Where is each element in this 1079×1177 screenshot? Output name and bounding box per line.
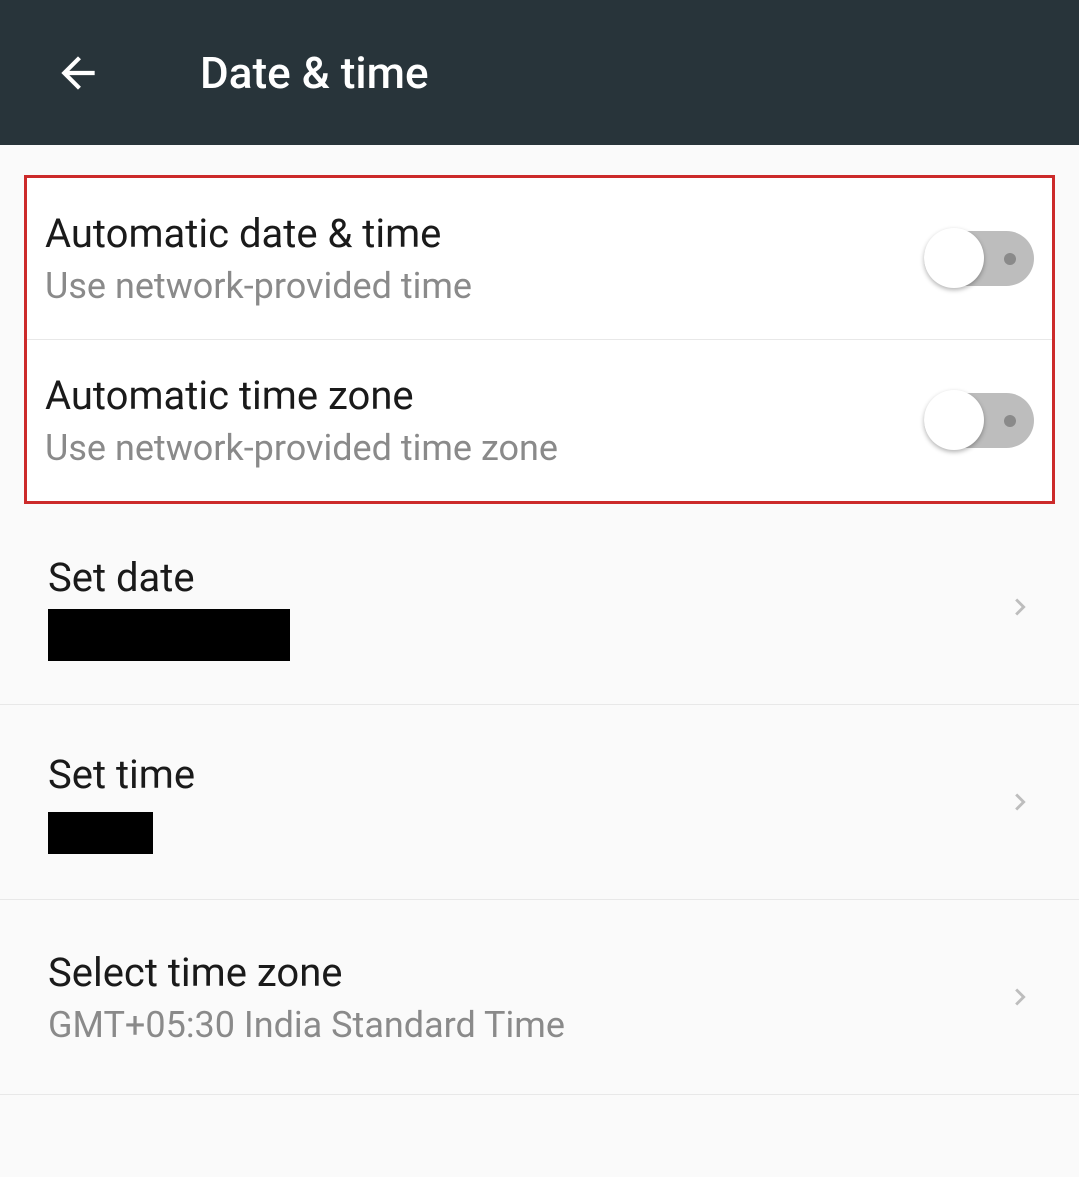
automatic-time-zone-row[interactable]: Automatic time zone Use network-provided… bbox=[27, 340, 1052, 501]
app-header: Date & time bbox=[0, 0, 1079, 145]
highlighted-settings-group: Automatic date & time Use network-provid… bbox=[24, 175, 1055, 504]
setting-text-block: Select time zone GMT+05:30 India Standar… bbox=[48, 949, 565, 1046]
chevron-right-icon bbox=[1003, 785, 1037, 819]
chevron-right-icon bbox=[1003, 590, 1037, 624]
redacted-date-value bbox=[48, 609, 290, 661]
setting-text-block: Automatic date & time Use network-provid… bbox=[45, 210, 472, 307]
setting-text-block: Set date bbox=[48, 554, 290, 661]
chevron-right-icon bbox=[1003, 980, 1037, 1014]
automatic-time-zone-toggle[interactable] bbox=[924, 393, 1034, 448]
toggle-knob bbox=[924, 228, 984, 288]
setting-text-block: Set time bbox=[48, 751, 195, 854]
select-time-zone-row[interactable]: Select time zone GMT+05:30 India Standar… bbox=[0, 900, 1079, 1095]
setting-title: Set time bbox=[48, 751, 195, 798]
automatic-date-time-row[interactable]: Automatic date & time Use network-provid… bbox=[27, 178, 1052, 340]
setting-subtitle: Use network-provided time zone bbox=[45, 427, 558, 469]
setting-text-block: Automatic time zone Use network-provided… bbox=[45, 372, 558, 469]
setting-title: Automatic date & time bbox=[45, 210, 472, 257]
settings-content: Automatic date & time Use network-provid… bbox=[0, 145, 1079, 1095]
setting-title: Automatic time zone bbox=[45, 372, 558, 419]
set-date-row[interactable]: Set date bbox=[0, 510, 1079, 705]
setting-title: Set date bbox=[48, 554, 290, 601]
setting-title: Select time zone bbox=[48, 949, 565, 996]
set-time-row[interactable]: Set time bbox=[0, 705, 1079, 900]
setting-subtitle: GMT+05:30 India Standard Time bbox=[48, 1004, 565, 1046]
back-arrow-icon[interactable] bbox=[50, 45, 105, 100]
plain-settings-group: Set date Set time Select time bbox=[0, 510, 1079, 1095]
toggle-off-dot-icon bbox=[1004, 415, 1016, 427]
toggle-knob bbox=[924, 390, 984, 450]
redacted-time-value bbox=[48, 812, 153, 854]
setting-subtitle: Use network-provided time bbox=[45, 265, 472, 307]
automatic-date-time-toggle[interactable] bbox=[924, 231, 1034, 286]
page-title: Date & time bbox=[200, 47, 429, 99]
toggle-off-dot-icon bbox=[1004, 253, 1016, 265]
